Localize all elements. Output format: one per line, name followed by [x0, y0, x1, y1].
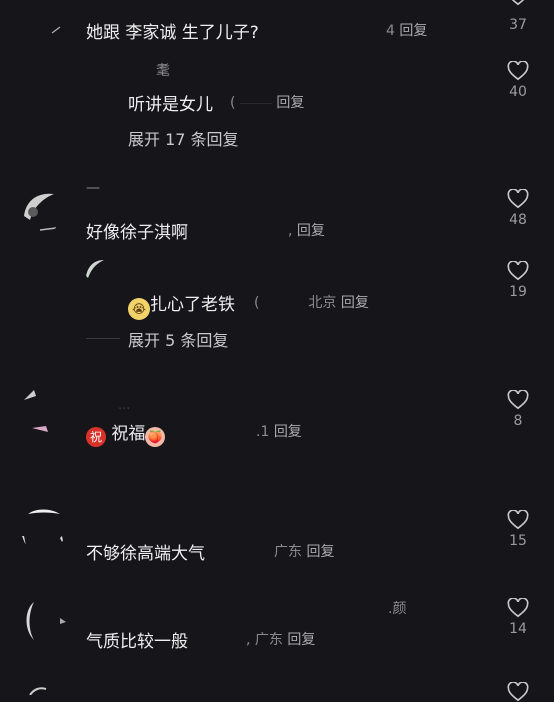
- like-count: 48: [509, 212, 527, 228]
- heart-icon: [507, 189, 529, 209]
- heart-icon: [507, 682, 529, 702]
- comment-username: —: [86, 180, 100, 196]
- like-count: 19: [509, 284, 527, 300]
- heart-icon: [507, 510, 529, 530]
- reply-link[interactable]: 回复: [399, 23, 427, 39]
- divider: [86, 338, 120, 339]
- like-button[interactable]: 48: [498, 189, 538, 228]
- reply-username: 耄: [156, 63, 170, 79]
- comment-text: 听讲是女儿: [128, 95, 213, 115]
- comment-meta: , 广东 回复: [246, 632, 316, 648]
- crying-emoji-icon: 😭: [128, 298, 150, 320]
- reply-link[interactable]: 回复: [274, 424, 302, 440]
- like-button[interactable]: 15: [498, 510, 538, 549]
- comment-meta: ( 回复: [230, 95, 305, 111]
- avatar[interactable]: [20, 388, 66, 434]
- reply-link[interactable]: 回复: [287, 632, 315, 648]
- reply-link[interactable]: 回复: [341, 295, 369, 311]
- comment-meta: , 回复: [288, 223, 325, 239]
- comment-meta: .1 回复: [256, 424, 302, 440]
- avatar-partial[interactable]: [50, 20, 64, 34]
- like-count: 14: [509, 621, 527, 637]
- comment-meta: ( 北京 回复: [254, 295, 369, 311]
- comment-meta: 4 回复: [386, 23, 428, 39]
- heart-icon: [511, 0, 525, 6]
- avatar-partial[interactable]: [28, 680, 48, 696]
- avatar[interactable]: [20, 598, 66, 644]
- like-button[interactable]: 40: [498, 61, 538, 100]
- comment-username: ...: [118, 398, 131, 413]
- heart-icon: [507, 598, 529, 618]
- like-count: 37: [509, 17, 527, 33]
- like-button[interactable]: 37: [498, 17, 538, 33]
- heart-icon: [507, 390, 529, 410]
- like-count: 40: [509, 84, 527, 100]
- reply-link[interactable]: 回复: [297, 223, 325, 239]
- like-count: 15: [509, 533, 527, 549]
- comment-text: 好像徐子淇啊: [86, 223, 188, 243]
- avatar[interactable]: [84, 256, 110, 282]
- like-button-bottom[interactable]: [498, 682, 538, 702]
- avatar[interactable]: [20, 186, 66, 232]
- comment-text: 不够徐高端大气: [86, 544, 205, 564]
- avatar[interactable]: [20, 506, 66, 552]
- comment-meta: 广东 回复: [274, 544, 335, 560]
- comment-username: .颜: [388, 601, 407, 617]
- face-emoji-icon: 🍑: [145, 427, 166, 447]
- blessing-emoji-icon: 祝: [86, 427, 106, 447]
- comment-text: 气质比较一般: [86, 632, 188, 652]
- like-button[interactable]: 8: [498, 390, 538, 429]
- expand-replies-button[interactable]: 展开 5 条回复: [128, 327, 228, 351]
- like-count: 8: [513, 413, 523, 429]
- expand-replies-button[interactable]: 展开 17 条回复: [128, 126, 239, 150]
- heart-icon: [507, 61, 529, 81]
- like-button-top[interactable]: [498, 0, 538, 6]
- like-button[interactable]: 14: [498, 598, 538, 637]
- reply-link[interactable]: 回复: [306, 544, 334, 560]
- comment-text: 😭 扎心了老铁: [128, 290, 235, 320]
- comment-text: 祝 祝福 🍑: [86, 419, 166, 447]
- heart-icon: [507, 261, 529, 281]
- comment-text: 她跟 李家诚 生了儿子?: [86, 23, 259, 43]
- like-button[interactable]: 19: [498, 261, 538, 300]
- reply-link[interactable]: 回复: [276, 95, 304, 111]
